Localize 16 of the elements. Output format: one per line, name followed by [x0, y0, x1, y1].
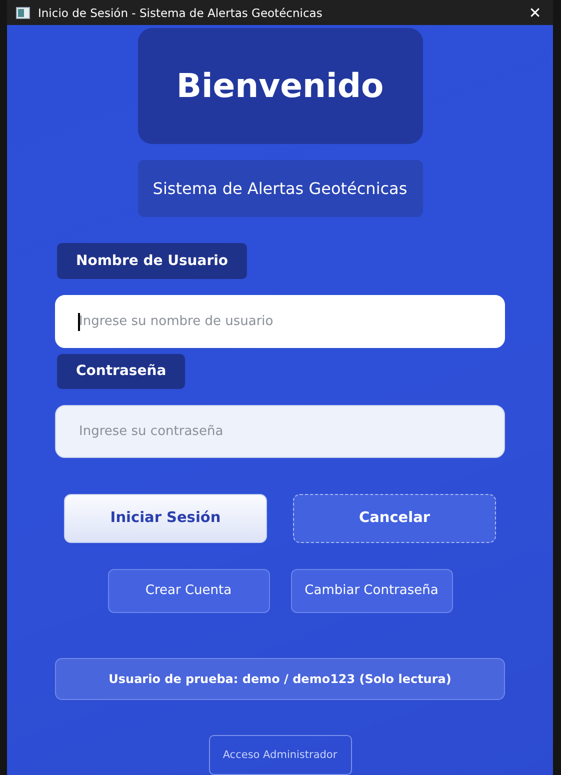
close-button[interactable]: ✕ — [517, 0, 553, 25]
welcome-banner: Bienvenido — [138, 28, 422, 144]
test-user-note: Usuario de prueba: demo / demo123 (Solo lectura) — [55, 658, 505, 700]
field-label: Nombre de Usuario — [57, 243, 248, 279]
text-cursor — [78, 312, 80, 331]
password-field[interactable]: Ingrese su contraseña — [55, 404, 505, 458]
field-label: Contraseña — [57, 354, 186, 389]
cancel-button[interactable]: Cancelar — [293, 494, 496, 543]
username-field[interactable]: Ingrese su nombre de usuario — [55, 294, 505, 348]
window-title: Inicio de Sesión - Sistema de Alertas Geotécnicas — [38, 6, 324, 20]
login-button[interactable]: Iniciar Sesión — [64, 494, 267, 543]
account-button[interactable]: Cambiar Contraseña — [290, 568, 452, 613]
account-button[interactable]: Crear Cuenta — [108, 568, 270, 613]
subtitle-banner: Sistema de Alertas Geotécnicas — [138, 160, 422, 218]
admin-access-button[interactable]: Acceso Administrador — [208, 735, 352, 775]
window-icon — [16, 6, 30, 18]
